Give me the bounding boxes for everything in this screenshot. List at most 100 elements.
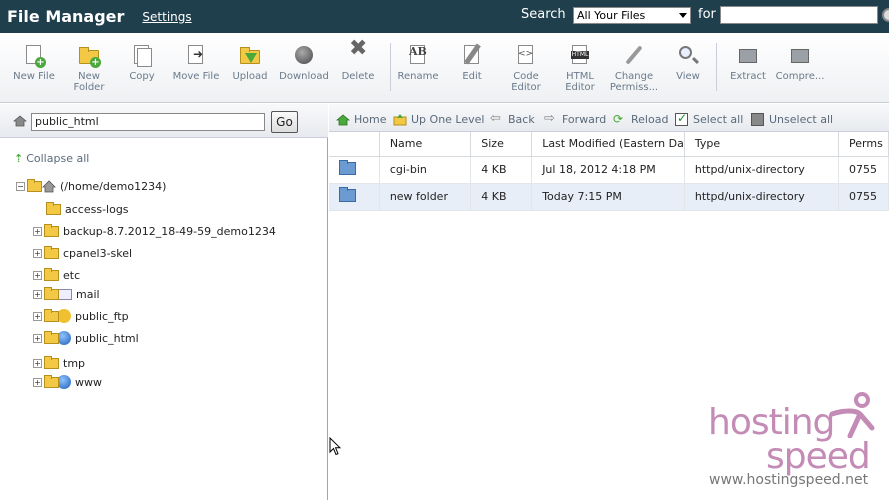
folder-icon (44, 223, 59, 237)
tree-item-tmp[interactable]: + tmp (33, 354, 85, 372)
change-permissions-button[interactable]: Change Permiss... (607, 45, 661, 93)
collapse-icon[interactable]: − (16, 181, 25, 191)
forward-button[interactable]: ⇨ Forward (544, 112, 607, 127)
folder-icon (44, 355, 59, 369)
watermark-url: www.hostingspeed.net (709, 472, 869, 488)
rename-button[interactable]: AB Rename (391, 45, 445, 82)
code-editor-button[interactable]: <> Code Editor (499, 45, 553, 93)
expand-icon[interactable]: + (33, 270, 42, 280)
forward-label: Forward (562, 113, 607, 126)
go-button[interactable]: Go (271, 111, 298, 133)
column-header-size[interactable]: Size (470, 132, 533, 157)
row-size: 4 KB (470, 156, 533, 184)
home-icon (336, 113, 350, 125)
row-type: httpd/unix-directory (684, 156, 840, 184)
reload-button[interactable]: ⟳ Reload (613, 111, 668, 127)
collapse-arrow-icon: ⇡ (14, 152, 24, 165)
search-label: Search (521, 7, 566, 22)
back-button[interactable]: ⇦ Back (490, 110, 535, 127)
path-input[interactable]: public_html (31, 113, 265, 131)
upload-button[interactable]: Upload (223, 45, 277, 82)
back-arrow-icon: ⇦ (490, 110, 501, 126)
expand-icon[interactable]: + (33, 311, 42, 321)
tree-item-public-html[interactable]: + public_html (33, 329, 139, 347)
delete-button[interactable]: ✖ Delete (331, 38, 385, 83)
globe-icon (57, 375, 71, 389)
home-button[interactable]: Home (336, 113, 386, 126)
download-button[interactable]: Download (277, 45, 331, 82)
expand-icon[interactable]: + (33, 289, 42, 299)
tree-item-etc[interactable]: + etc (33, 266, 80, 284)
extract-icon (739, 49, 757, 63)
search-go-icon[interactable] (882, 8, 889, 22)
select-all-button[interactable]: Select all (675, 111, 743, 126)
row-modified: Jul 18, 2012 4:18 PM (531, 156, 685, 184)
reload-icon: ⟳ (613, 111, 624, 126)
search-input[interactable] (720, 6, 878, 24)
home-label: Home (354, 113, 387, 126)
tree-item-public-ftp[interactable]: + public_ftp (33, 307, 129, 325)
row-icon-cell (329, 156, 380, 184)
folder-icon (44, 374, 59, 388)
tool-label: Download (279, 71, 329, 82)
toolbar: + New File + New Folder Copy ➜ Move File… (0, 33, 889, 103)
table-row[interactable]: new folder 4 KB Today 7:15 PM httpd/unix… (329, 183, 889, 211)
tool-label: View (676, 71, 700, 82)
view-button[interactable]: View (661, 45, 715, 82)
table-row[interactable]: cgi-bin 4 KB Jul 18, 2012 4:18 PM httpd/… (329, 156, 889, 184)
row-name[interactable]: cgi-bin (379, 156, 472, 184)
move-file-button[interactable]: ➜ Move File (169, 45, 223, 82)
extract-button[interactable]: Extract (721, 45, 775, 82)
tool-label: New Folder (73, 71, 105, 93)
folder-icon (44, 286, 59, 300)
row-perms[interactable]: 0755 (838, 183, 889, 211)
search-scope-value: All Your Files (577, 9, 646, 22)
for-label: for (698, 7, 716, 22)
tool-label: Extract (730, 71, 766, 82)
copy-button[interactable]: Copy (115, 45, 169, 82)
tree-item-mail[interactable]: + mail (33, 285, 100, 303)
row-perms[interactable]: 0755 (838, 156, 889, 184)
up-one-level-button[interactable]: Up One Level (393, 113, 484, 126)
settings-link[interactable]: Settings (142, 10, 191, 24)
edit-button[interactable]: Edit (445, 43, 499, 82)
row-name[interactable]: new folder (379, 183, 472, 211)
expand-icon[interactable]: + (33, 226, 42, 236)
expand-icon[interactable]: + (33, 358, 42, 368)
tool-label: Change Permiss... (609, 71, 659, 93)
expand-icon[interactable]: + (33, 377, 42, 387)
expand-icon[interactable]: + (33, 248, 42, 258)
tool-label: New File (13, 71, 55, 82)
tool-label: Code Editor (511, 71, 541, 93)
up-label: Up One Level (411, 113, 485, 126)
html-editor-button[interactable]: HTML HTML Editor (553, 45, 607, 93)
folder-open-icon (27, 178, 42, 192)
row-size: 4 KB (470, 183, 533, 211)
column-header-perms[interactable]: Perms (838, 132, 889, 157)
new-folder-button[interactable]: + New Folder (62, 45, 116, 93)
unselect-all-label: Unselect all (769, 113, 834, 126)
column-header-modified[interactable]: Last Modified (Eastern Da (531, 132, 685, 157)
tool-label: Copy (129, 71, 155, 82)
tree-item-cpanel3-skel[interactable]: + cpanel3-skel (33, 244, 132, 262)
tree-item-label: tmp (63, 356, 86, 370)
tree-item-www[interactable]: + www (33, 373, 102, 391)
tree-root[interactable]: − (/home/demo1234) (16, 177, 166, 195)
collapse-all-link[interactable]: ⇡ Collapse all (14, 152, 89, 165)
tree-item-access-logs[interactable]: access-logs (46, 200, 129, 218)
row-icon-cell (329, 183, 380, 211)
compress-button[interactable]: Compre... (773, 45, 827, 82)
back-label: Back (508, 113, 535, 126)
column-header-name[interactable]: Name (379, 132, 472, 157)
column-header-type[interactable]: Type (684, 132, 840, 157)
new-file-button[interactable]: + New File (7, 45, 61, 82)
tool-label: Upload (232, 71, 268, 82)
home-icon (42, 179, 56, 192)
search-scope-select[interactable]: All Your Files (573, 7, 691, 24)
expand-icon[interactable]: + (33, 333, 42, 343)
tree-item-backup[interactable]: + backup-8.7.2012_18-49-59_demo1234 (33, 222, 276, 240)
view-icon (679, 46, 692, 59)
unselect-all-button[interactable]: Unselect all (751, 113, 833, 126)
tree-item-label: public_ftp (75, 309, 129, 323)
mail-icon (57, 288, 72, 300)
